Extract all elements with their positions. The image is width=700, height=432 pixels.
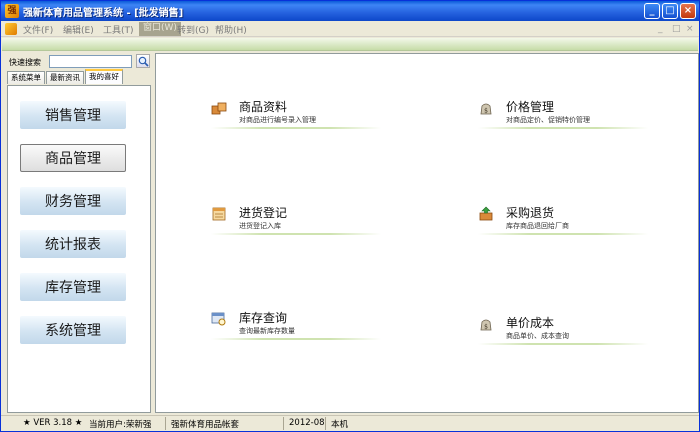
item-purchase-return[interactable]: 采购退货 库存商品退回给厂商 xyxy=(478,204,658,244)
item-name: 库存查询 xyxy=(239,311,288,325)
return-goods-icon xyxy=(479,206,493,221)
item-underline xyxy=(211,127,381,129)
search-icon xyxy=(138,56,149,67)
item-desc: 查询最新库存数量 xyxy=(239,327,295,335)
app-logo-icon: 强 xyxy=(5,4,19,18)
item-inventory-query[interactable]: 库存查询 查询最新库存数量 xyxy=(211,309,391,349)
search-button[interactable] xyxy=(136,54,150,68)
item-underline xyxy=(478,343,648,345)
item-unit-cost[interactable]: $ 单价成本 商品单价、成本查询 xyxy=(478,314,658,354)
main-panel: 商品资料 对商品进行编号录入管理 $ 价格管理 对商品定价、促销特价管理 进货登… xyxy=(155,53,699,413)
item-name: 商品资料 xyxy=(239,100,288,114)
title-bar[interactable]: 强 强新体育用品管理系统 - [批发销售] _ □ × xyxy=(1,1,699,21)
status-period: 2012-08 xyxy=(289,418,325,428)
item-name: 价格管理 xyxy=(506,100,555,114)
maximize-button[interactable]: □ xyxy=(662,3,678,19)
nav-finance-management[interactable]: 财务管理 xyxy=(20,187,126,215)
mdi-child-icon[interactable] xyxy=(5,23,17,35)
status-divider xyxy=(325,417,326,430)
mdi-minimize-button[interactable]: _ xyxy=(658,24,663,34)
item-name: 采购退货 xyxy=(506,206,555,220)
item-desc: 对商品进行编号录入管理 xyxy=(239,116,316,124)
item-desc: 库存商品退回给厂商 xyxy=(506,222,569,230)
menu-bar: 文件(F) 编辑(E) 工具(T) 窗口(W) 转到(G) 帮助(H) _ □ … xyxy=(1,21,699,37)
menu-window[interactable]: 窗口(W) xyxy=(139,22,181,36)
item-underline xyxy=(211,338,381,340)
nav-product-management[interactable]: 商品管理 xyxy=(20,144,126,172)
search-label: 快速搜索 xyxy=(9,58,41,67)
status-user: 当前用户:荣新强 xyxy=(89,420,152,430)
status-version: ★ VER 3.18 ★ xyxy=(23,418,83,428)
status-divider xyxy=(165,417,166,430)
inventory-query-icon xyxy=(211,312,226,326)
status-account: 强新体育用品帐套 xyxy=(171,420,240,430)
toolbar-strip xyxy=(2,38,698,51)
mdi-restore-button[interactable]: □ xyxy=(672,24,681,34)
svg-text:$: $ xyxy=(484,108,488,115)
item-underline xyxy=(478,233,648,235)
tab-system-menu[interactable]: 系统菜单 xyxy=(7,71,45,84)
item-desc: 对商品定价、促销特价管理 xyxy=(506,116,590,124)
status-bar: ★ VER 3.18 ★ 当前用户:荣新强 强新体育用品帐套 2012-08 本… xyxy=(1,415,699,431)
nav-statistics-reports[interactable]: 统计报表 xyxy=(20,230,126,258)
status-divider xyxy=(283,417,284,430)
tab-latest-news[interactable]: 最新资讯 xyxy=(46,71,84,84)
register-icon xyxy=(212,207,226,221)
item-purchase-register[interactable]: 进货登记 进货登记入库 xyxy=(211,204,391,244)
sidebar-tabs: 系统菜单 最新资讯 我的喜好 xyxy=(7,69,124,85)
item-underline xyxy=(211,233,381,235)
nav-panel: 销售管理 商品管理 财务管理 统计报表 库存管理 系统管理 xyxy=(7,85,151,413)
window-controls: _ □ × xyxy=(644,3,696,19)
menu-edit[interactable]: 编辑(E) xyxy=(63,23,94,36)
menu-tools[interactable]: 工具(T) xyxy=(103,23,134,36)
sidebar: 快速搜索 系统菜单 最新资讯 我的喜好 销售管理 商品管理 财务管理 统计报表 … xyxy=(3,53,153,413)
nav-system-management[interactable]: 系统管理 xyxy=(20,316,126,344)
cost-bag-icon: $ xyxy=(480,319,492,331)
item-underline xyxy=(478,127,648,129)
item-product-data[interactable]: 商品资料 对商品进行编号录入管理 xyxy=(211,98,391,138)
nav-inventory-management[interactable]: 库存管理 xyxy=(20,273,126,301)
svg-text:$: $ xyxy=(484,324,488,331)
menu-help[interactable]: 帮助(H) xyxy=(215,23,247,36)
window-title: 强新体育用品管理系统 - [批发销售] xyxy=(23,8,184,19)
status-host: 本机 xyxy=(331,420,349,430)
tab-my-favorites[interactable]: 我的喜好 xyxy=(85,69,123,84)
boxes-icon xyxy=(211,102,227,115)
item-desc: 商品单价、成本查询 xyxy=(506,332,569,340)
app-window: 强 强新体育用品管理系统 - [批发销售] _ □ × 文件(F) 编辑(E) … xyxy=(0,0,700,432)
price-bag-icon: $ xyxy=(480,103,492,115)
close-button[interactable]: × xyxy=(680,3,696,19)
minimize-button[interactable]: _ xyxy=(644,3,660,19)
item-price-management[interactable]: $ 价格管理 对商品定价、促销特价管理 xyxy=(478,98,658,138)
mdi-close-button[interactable]: × xyxy=(686,24,694,34)
item-name: 进货登记 xyxy=(239,206,288,220)
item-desc: 进货登记入库 xyxy=(239,222,281,230)
nav-sales-management[interactable]: 销售管理 xyxy=(20,101,126,129)
search-input[interactable] xyxy=(49,55,132,68)
item-name: 单价成本 xyxy=(506,316,555,330)
menu-goto[interactable]: 转到(G) xyxy=(177,23,209,36)
menu-file[interactable]: 文件(F) xyxy=(23,23,53,36)
